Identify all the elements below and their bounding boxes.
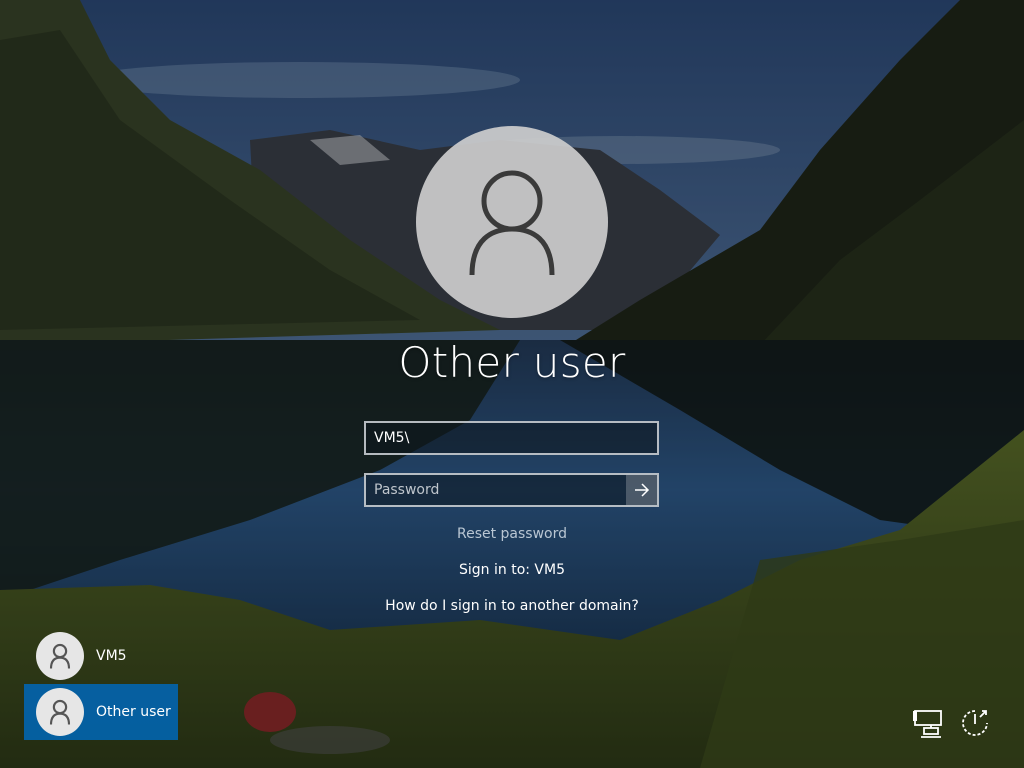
person-icon xyxy=(469,170,555,276)
user-avatar-small xyxy=(36,632,84,680)
reset-password-link[interactable]: Reset password xyxy=(312,526,712,542)
user-avatar-small xyxy=(36,688,84,736)
username-field-container xyxy=(364,421,659,455)
user-tile-label: Other user xyxy=(96,704,171,720)
arrow-right-icon xyxy=(634,483,649,497)
user-display-name: Other user xyxy=(398,338,626,387)
person-icon xyxy=(49,643,71,669)
password-field-container xyxy=(364,473,659,507)
domain-help-link[interactable]: How do I sign in to another domain? xyxy=(312,598,712,614)
network-button[interactable] xyxy=(911,706,945,740)
user-avatar xyxy=(416,126,608,318)
user-tile-vm5[interactable]: VM5 xyxy=(24,628,178,684)
power-button[interactable] xyxy=(958,706,992,740)
user-tile-label: VM5 xyxy=(96,648,127,664)
power-icon xyxy=(962,710,988,736)
sign-in-to-text: Sign in to: VM5 xyxy=(459,562,565,578)
person-icon xyxy=(49,699,71,725)
username-input[interactable] xyxy=(366,423,657,453)
user-tile-other-user[interactable]: Other user xyxy=(24,684,178,740)
network-icon xyxy=(913,710,942,738)
submit-button[interactable] xyxy=(626,475,657,505)
password-input[interactable] xyxy=(366,475,628,505)
